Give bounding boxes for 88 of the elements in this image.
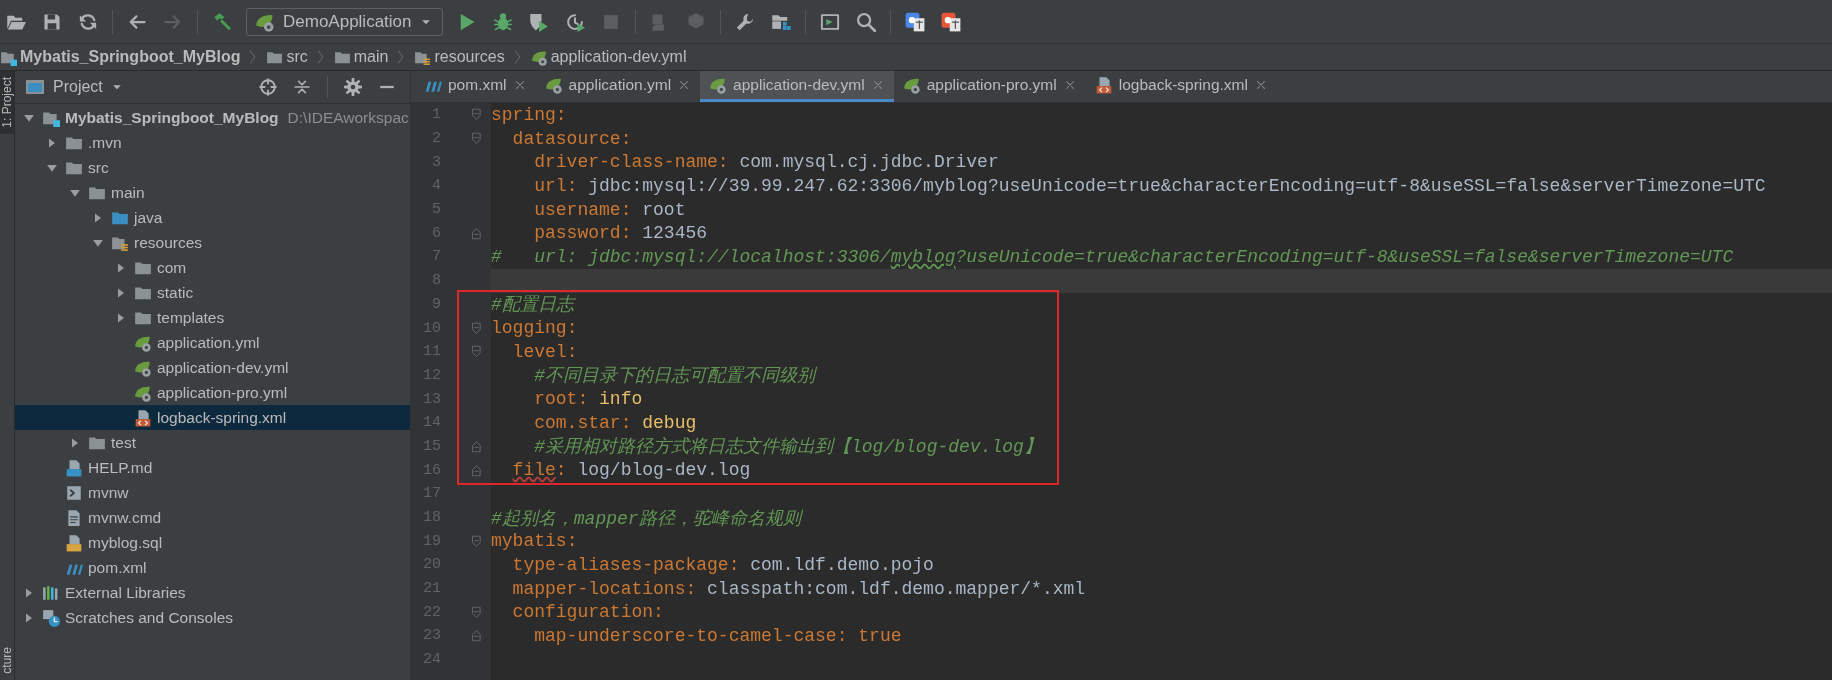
clock-icon <box>42 608 60 627</box>
fold-marker-icon[interactable] <box>470 321 483 335</box>
breadcrumb-item[interactable]: resources <box>414 48 505 66</box>
tree-item[interactable]: External Libraries <box>15 580 410 605</box>
translate-icon[interactable] <box>940 11 961 32</box>
code-line: #不同目录下的日志可配置不同级别 <box>533 365 816 388</box>
breadcrumb-item[interactable]: Mybatis_Springboot_MyBlog <box>0 48 241 66</box>
code-line: level: <box>511 341 578 362</box>
tree-item[interactable]: application.yml <box>15 330 410 355</box>
fold-marker-icon[interactable] <box>470 439 483 453</box>
tree-item[interactable]: application-pro.yml <box>15 380 410 405</box>
code-line: com.star: debug <box>533 412 697 433</box>
code-line: #采用相对路径方式将日志文件输出到【log/blog-dev.log】 <box>533 436 1042 459</box>
tree-item[interactable]: templates <box>15 305 410 330</box>
editor-tab[interactable]: application.yml <box>535 71 701 102</box>
clock-icon[interactable] <box>564 11 585 32</box>
fold-marker-icon[interactable] <box>470 226 483 240</box>
editor-tab[interactable]: application-dev.yml <box>700 71 894 102</box>
window-icon <box>25 79 45 95</box>
tree-item[interactable]: src <box>15 155 410 180</box>
terminal-icon <box>65 483 83 502</box>
fold-marker-icon[interactable] <box>470 629 483 643</box>
library-icon <box>42 583 60 602</box>
tool-window-tab[interactable]: cture <box>0 643 14 680</box>
tree-item[interactable]: logback-spring.xml <box>15 405 410 430</box>
code-line: url: jdbc:mysql://39.99.247.62:3306/myblog?useUnicode=true&characterEncoding=utf-8&useSSL=false&serverTimezone=UTC <box>533 175 1766 196</box>
tree-item[interactable]: resources <box>15 230 410 255</box>
translate-icon[interactable] <box>904 11 925 32</box>
run-configuration-dropdown[interactable]: DemoApplication <box>246 7 443 36</box>
project-view-dropdown[interactable]: Project <box>25 78 123 96</box>
code-line: root: info <box>533 389 643 410</box>
code-file-icon <box>1094 76 1113 94</box>
fold-marker-icon[interactable] <box>470 605 483 619</box>
leaf-icon <box>709 76 728 94</box>
refresh-icon[interactable] <box>78 11 98 32</box>
tree-item[interactable]: HELP.md <box>15 455 410 480</box>
tree-item[interactable]: mvnw <box>15 480 410 505</box>
leaf-icon <box>544 76 563 94</box>
tree-item[interactable]: pom.xml <box>15 555 410 580</box>
code-file-icon <box>134 408 152 427</box>
code-line: password: 123456 <box>533 223 708 244</box>
code-line: datasource: <box>511 128 632 149</box>
tree-item[interactable]: Scratches and Consoles <box>15 605 410 630</box>
code-line: spring: <box>491 104 567 125</box>
editor-tab[interactable]: application-pro.yml <box>893 71 1086 102</box>
shield-icon[interactable] <box>528 11 549 32</box>
tree-item[interactable]: com <box>15 255 410 280</box>
code-line: file: log/blog-dev.log <box>511 460 751 481</box>
settings-icon[interactable] <box>344 78 362 96</box>
search-icon[interactable] <box>855 11 876 32</box>
code-line: configuration: <box>511 602 664 623</box>
tree-item[interactable]: .mvn <box>15 130 410 155</box>
fold-marker-icon[interactable] <box>470 108 483 122</box>
code-line: mybatis: <box>491 531 578 552</box>
editor-tab[interactable]: pom.xml <box>415 71 536 102</box>
fold-marker-icon[interactable] <box>470 463 483 477</box>
tree-item[interactable]: java <box>15 205 410 230</box>
wrench-icon[interactable] <box>734 11 755 32</box>
collapse-icon[interactable] <box>293 78 311 96</box>
bug-icon[interactable] <box>492 11 513 32</box>
tree-item[interactable]: Mybatis_Springboot_MyBlog D:\IDEAworkspac <box>15 105 410 130</box>
fold-marker-icon[interactable] <box>470 345 483 359</box>
code-line: driver-class-name: com.mysql.cj.jdbc.Driver <box>533 152 999 173</box>
editor-tab[interactable]: logback-spring.xml <box>1085 71 1277 102</box>
code-line: map-underscore-to-camel-case: true <box>533 625 902 646</box>
terminal-icon[interactable] <box>819 11 840 32</box>
hammer-icon[interactable] <box>212 11 232 32</box>
code-line: mapper-locations: classpath:com.ldf.demo.mapper/*.xml <box>511 578 1086 599</box>
leaf-icon <box>902 76 921 94</box>
breadcrumb-item[interactable]: application-dev.yml <box>530 48 687 66</box>
code-line: username: root <box>533 199 686 220</box>
tree-item[interactable]: main <box>15 180 410 205</box>
code-line: type-aliases-package: com.ldf.demo.pojo <box>511 554 934 575</box>
target-icon[interactable] <box>259 78 277 96</box>
code-line: # url: jdbc:mysql://localhost:3306/myblog?useUnicode=true&characterEncoding=utf-8&useSSL=false&serverTimezone=UTC <box>491 246 1734 267</box>
tree-item[interactable]: mvnw.cmd <box>15 505 410 530</box>
tree-item[interactable]: static <box>15 280 410 305</box>
tool-window-tab[interactable]: 1: Project <box>0 71 14 134</box>
tree-item[interactable]: myblog.sql <box>15 530 410 555</box>
code-line: #起别名，mapper路径，驼峰命名规则 <box>491 507 801 530</box>
breadcrumb-item[interactable]: src <box>266 48 308 66</box>
code-line: logging: <box>491 318 578 339</box>
fold-marker-icon[interactable] <box>470 534 483 548</box>
fold-marker-icon[interactable] <box>470 132 483 146</box>
tree-item[interactable]: application-dev.yml <box>15 355 410 380</box>
breadcrumb-item[interactable]: main <box>333 48 389 66</box>
code-line: #配置日志 <box>491 294 574 317</box>
tree-item[interactable]: test <box>15 430 410 455</box>
